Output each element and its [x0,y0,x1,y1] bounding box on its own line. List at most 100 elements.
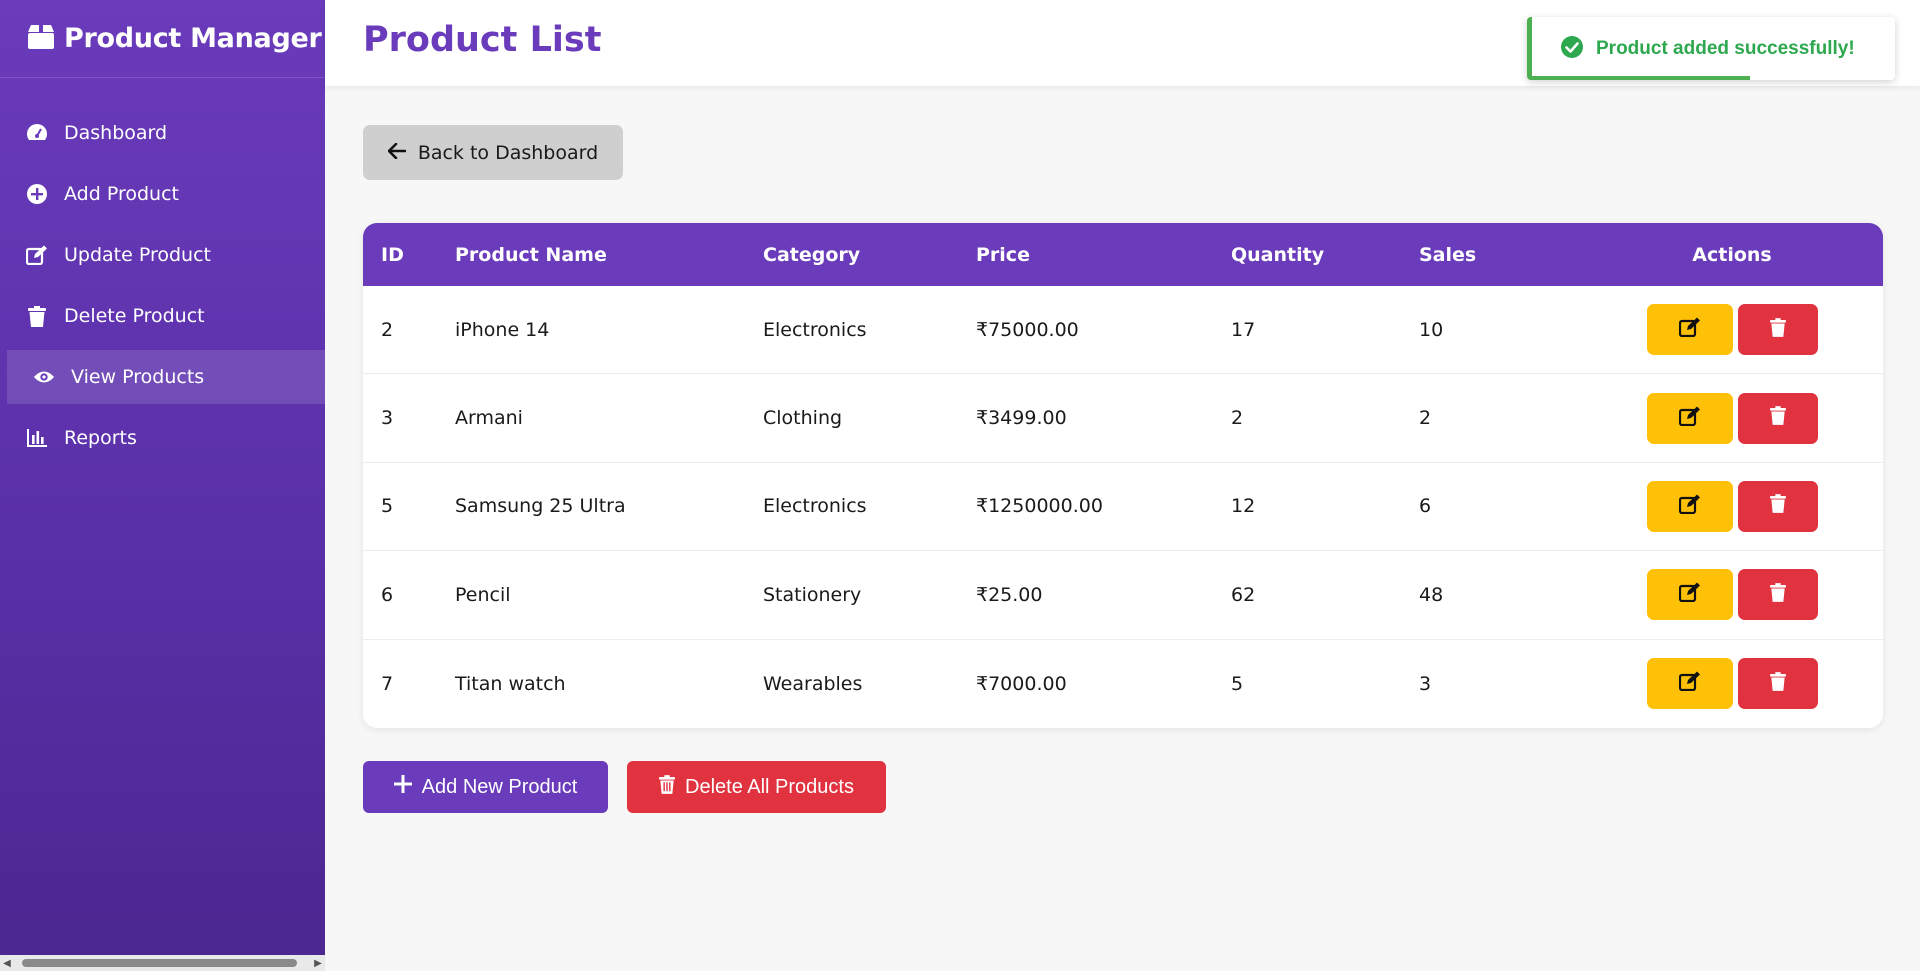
sidebar-nav: Dashboard Add Product Update Product Del… [0,106,325,465]
brand[interactable]: Product Manager [0,0,325,78]
horizontal-scrollbar[interactable]: ◀ ▶ [0,955,325,971]
edit-icon [1678,671,1701,696]
sidebar-item-label: Dashboard [64,122,168,144]
delete-all-button-label: Delete All Products [685,775,854,798]
edit-icon [26,244,48,266]
product-table: ID Product Name Category Price Quantity … [363,223,1883,728]
sidebar-item-label: View Products [71,366,205,388]
table-row: 2 iPhone 14 Electronics ₹75000.00 17 10 [363,286,1883,375]
delete-button[interactable] [1737,569,1818,621]
table-row: 6 Pencil Stationery ₹25.00 62 48 [363,551,1883,640]
column-header-sales: Sales [1419,243,1477,266]
trash-icon [1769,583,1786,607]
column-header-id: ID [381,243,404,266]
page-title: Product List [363,20,602,60]
cell-quantity: 17 [1231,318,1256,341]
plus-circle-icon [26,183,48,205]
trash-icon [1769,494,1786,518]
cell-sales: 6 [1419,495,1432,518]
cell-name: Pencil [455,583,511,606]
arrow-left-icon [387,142,407,164]
column-header-actions: Actions [1692,243,1772,266]
cell-category: Stationery [763,583,862,606]
cell-actions [1581,658,1883,710]
sidebar-item-dashboard[interactable]: Dashboard [0,106,325,160]
delete-button[interactable] [1737,658,1818,710]
sidebar-item-add-product[interactable]: Add Product [0,167,325,221]
cell-category: Electronics [763,495,867,518]
cell-name: Armani [455,407,523,430]
cell-price: ₹1250000.00 [976,495,1103,518]
cell-sales: 3 [1419,672,1432,695]
toast-message: Product added successfully! [1596,37,1855,59]
cell-actions [1581,304,1883,356]
box-icon [26,23,56,55]
edit-button[interactable] [1646,392,1733,444]
sidebar-item-label: Reports [64,427,137,449]
column-header-name: Product Name [455,243,607,266]
cell-actions [1581,392,1883,444]
cell-quantity: 62 [1231,583,1256,606]
add-button-label: Add New Product [421,775,578,798]
cell-price: ₹7000.00 [976,672,1067,695]
scrollbar-thumb[interactable] [22,959,297,967]
cell-name: iPhone 14 [455,318,550,341]
sidebar: Product Manager Dashboard Add Product Up… [0,0,325,971]
cell-actions [1581,480,1883,532]
sidebar-item-view-products[interactable]: View Products [7,350,325,404]
scroll-left-icon[interactable]: ◀ [0,955,14,971]
cell-price: ₹3499.00 [976,407,1067,430]
trash-icon [1769,406,1786,430]
back-button-label: Back to Dashboard [417,141,599,164]
cell-name: Titan watch [455,672,566,695]
delete-button[interactable] [1737,304,1818,356]
delete-button[interactable] [1737,392,1818,444]
table-row: 7 Titan watch Wearables ₹7000.00 5 3 [363,640,1883,728]
cell-sales: 10 [1419,318,1444,341]
edit-button[interactable] [1646,569,1733,621]
sidebar-item-delete-product[interactable]: Delete Product [0,289,325,343]
sidebar-item-update-product[interactable]: Update Product [0,228,325,282]
scrollbar-track[interactable] [14,955,311,971]
cell-category: Wearables [763,672,863,695]
trash-icon [1769,317,1786,342]
edit-button[interactable] [1646,304,1733,356]
cell-id: 2 [381,318,394,341]
scroll-right-icon[interactable]: ▶ [311,955,325,971]
cell-price: ₹25.00 [976,583,1043,606]
cell-id: 7 [381,672,394,695]
column-header-category: Category [763,243,861,266]
bar-chart-icon [26,427,48,449]
cell-id: 6 [381,583,394,606]
edit-icon [1678,582,1701,607]
edit-button[interactable] [1646,658,1733,710]
sidebar-item-label: Update Product [64,244,211,266]
delete-all-products-button[interactable]: Delete All Products [627,761,886,813]
cell-id: 3 [381,407,394,430]
trash-icon [659,774,675,800]
cell-id: 5 [381,495,394,518]
back-to-dashboard-button[interactable]: Back to Dashboard [363,125,623,180]
column-header-quantity: Quantity [1231,243,1325,266]
table-row: 3 Armani Clothing ₹3499.00 2 2 [363,374,1883,463]
trash-icon [26,305,48,327]
edit-icon [1678,494,1701,519]
sidebar-item-reports[interactable]: Reports [0,411,325,465]
cell-name: Samsung 25 Ultra [455,495,626,518]
cell-category: Clothing [763,407,843,430]
cell-sales: 48 [1419,583,1444,606]
cell-price: ₹75000.00 [976,318,1079,341]
column-header-price: Price [976,243,1030,266]
edit-button[interactable] [1646,480,1733,532]
cell-sales: 2 [1419,407,1432,430]
check-circle-icon [1560,35,1584,63]
edit-icon [1678,406,1701,431]
add-new-product-button[interactable]: Add New Product [363,761,608,813]
table-row: 5 Samsung 25 Ultra Electronics ₹1250000.… [363,463,1883,552]
gauge-icon [26,122,48,144]
success-toast[interactable]: Product added successfully! [1527,17,1895,80]
cell-category: Electronics [763,318,867,341]
brand-title: Product Manager [64,23,322,54]
delete-button[interactable] [1737,480,1818,532]
sidebar-item-label: Add Product [64,183,179,205]
